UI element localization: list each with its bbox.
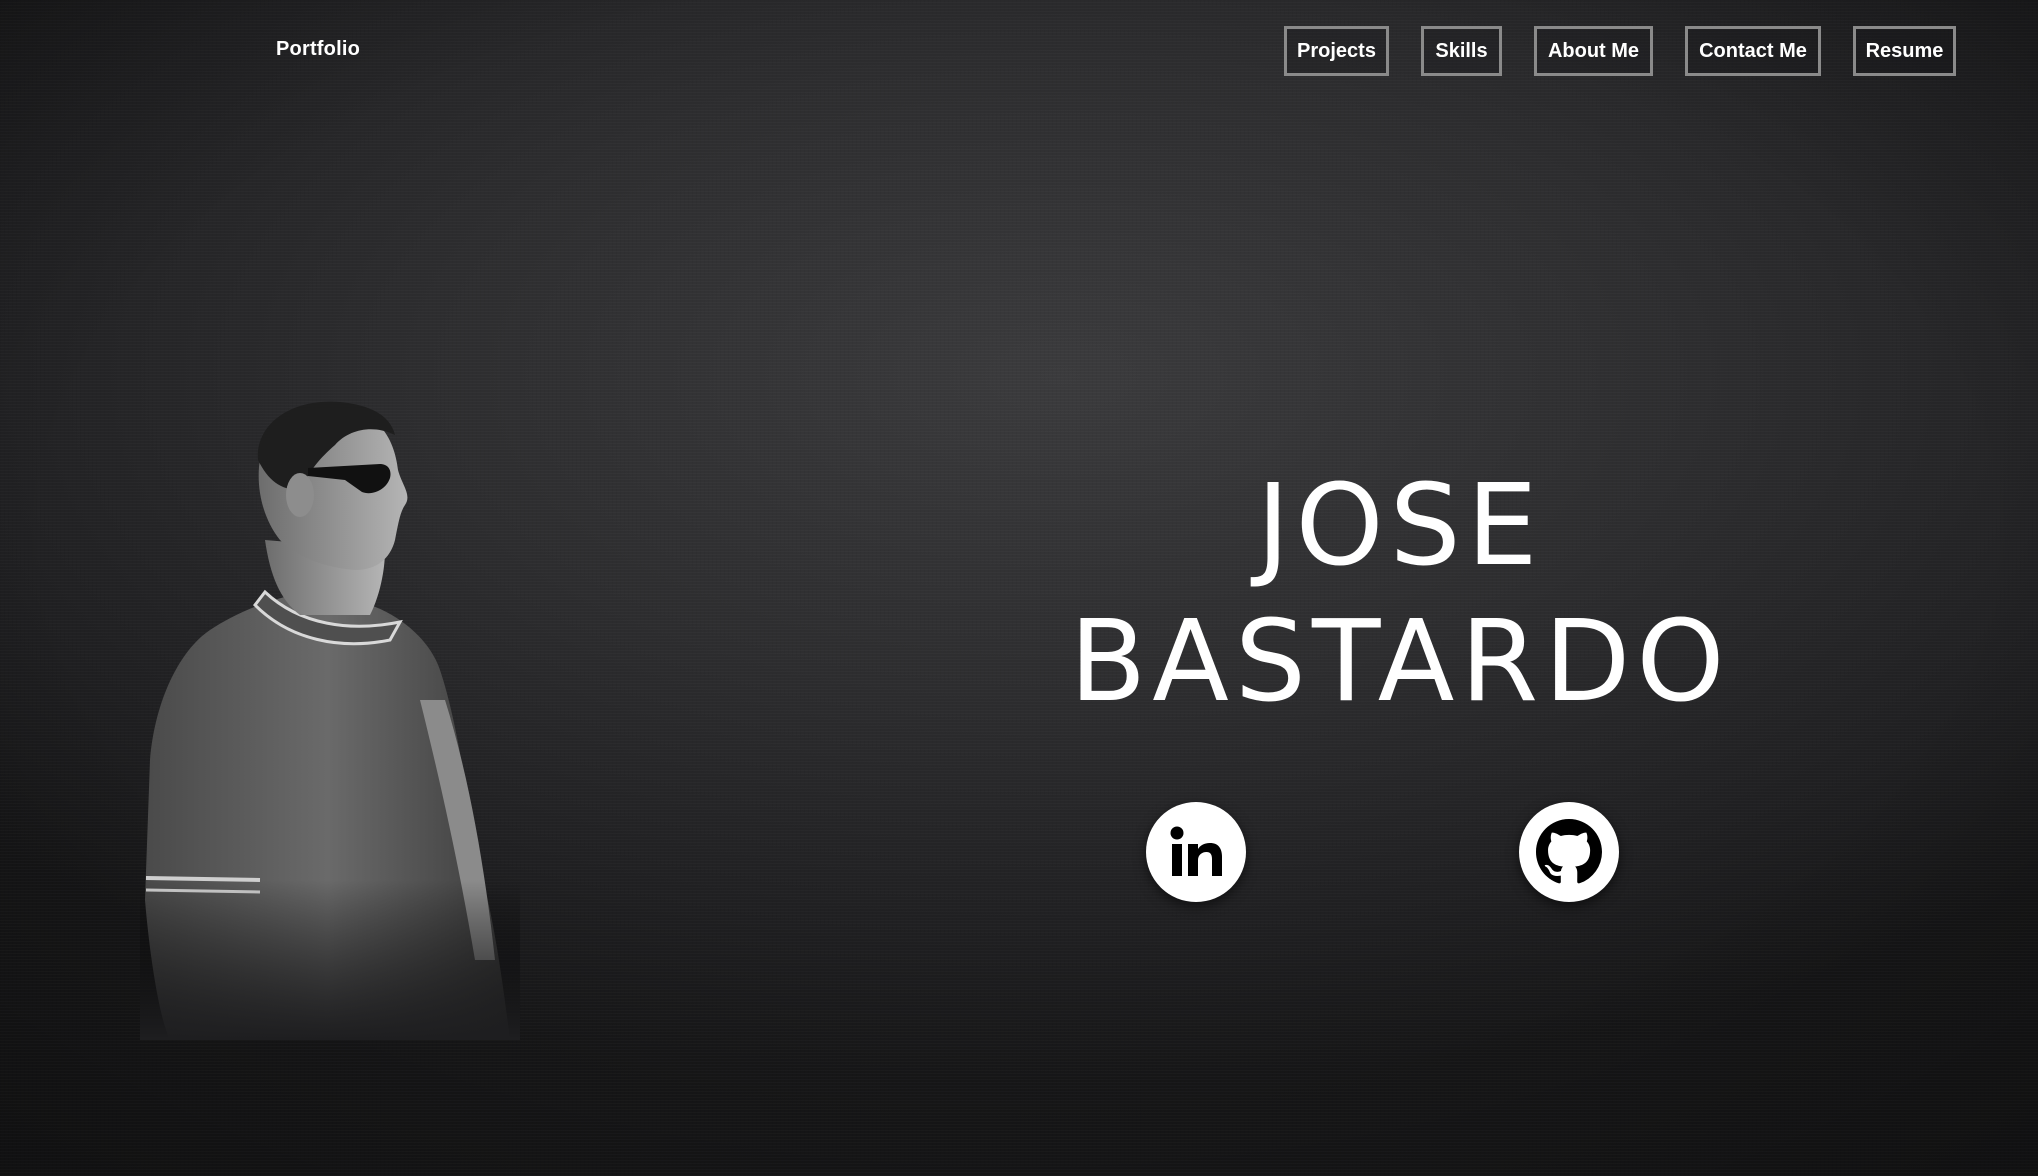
nav-about-button[interactable]: About Me — [1534, 26, 1653, 76]
nav-projects-button[interactable]: Projects — [1284, 26, 1389, 76]
nav-contact-button[interactable]: Contact Me — [1685, 26, 1821, 76]
hero-first-name: JOSE — [1256, 461, 1544, 591]
github-link[interactable] — [1519, 802, 1619, 902]
linkedin-link[interactable] — [1146, 802, 1246, 902]
nav-skills-button[interactable]: Skills — [1421, 26, 1502, 76]
profile-portrait — [140, 400, 520, 1040]
github-icon — [1536, 819, 1602, 884]
linkedin-icon — [1170, 826, 1222, 876]
hero-last-name: BASTARDO — [1069, 597, 1731, 727]
nav-resume-button[interactable]: Resume — [1853, 26, 1956, 76]
brand-logo-link[interactable]: Portfolio — [276, 38, 360, 61]
